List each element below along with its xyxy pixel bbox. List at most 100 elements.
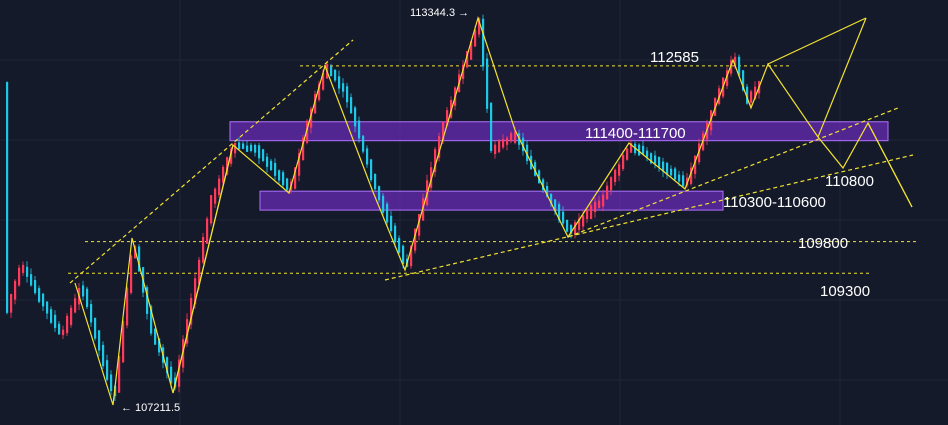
candle-body [202, 237, 205, 263]
candle-body [342, 83, 345, 92]
candle-body [494, 144, 497, 155]
candle-body [602, 194, 605, 207]
candle-body [102, 344, 105, 367]
candle-body [98, 330, 101, 351]
candle-body [350, 97, 353, 114]
candle-body [6, 82, 9, 313]
candle-body [610, 177, 613, 191]
candle-body [586, 209, 589, 220]
candle-body [506, 137, 509, 145]
annotation-layer [69, 15, 914, 406]
candle-body [618, 164, 621, 176]
candle-body [750, 91, 753, 103]
candle-body [354, 107, 357, 127]
candle-body [126, 287, 129, 326]
chart-grid [0, 0, 948, 425]
candle-body [266, 156, 269, 167]
candle-body [90, 304, 93, 323]
candle-body [270, 160, 273, 171]
candle-body [614, 169, 617, 183]
candle-body [154, 328, 157, 345]
candle-body [390, 215, 393, 232]
candle-body [26, 266, 29, 277]
level-label-109300: 109300 [820, 283, 870, 300]
candle-body [14, 280, 17, 300]
candle-body [590, 205, 593, 219]
candle-body [66, 315, 69, 334]
wave-path-upper [172, 144, 234, 394]
candle-body [130, 255, 133, 293]
extreme-low-label: ← 107211.5 [121, 402, 180, 414]
candle-body [490, 102, 493, 152]
candle-body [286, 178, 289, 190]
candle-body [50, 309, 53, 323]
candle-body [330, 66, 333, 77]
candle-body [626, 148, 629, 160]
candle-body [594, 201, 597, 213]
candle-body [42, 293, 45, 307]
candle-body [206, 218, 209, 244]
candle-body [646, 150, 649, 158]
candle-body [402, 245, 405, 264]
candle-body [510, 133, 513, 142]
candle-body [110, 374, 113, 392]
candle-body [38, 288, 41, 302]
wave-path-left [74, 15, 913, 406]
level-label-112585: 112585 [650, 49, 699, 66]
candle-body [58, 323, 61, 335]
level-label-109800: 109800 [798, 235, 848, 252]
candle-body [282, 172, 285, 186]
candle-body [62, 329, 65, 336]
projection-low [867, 122, 913, 208]
candle-body [562, 211, 565, 224]
candle-body [94, 317, 97, 339]
candle-body [378, 186, 381, 201]
candle-body [622, 155, 625, 169]
candle-body [346, 86, 349, 103]
zone-111400-111700 [229, 121, 889, 142]
projection-up [767, 17, 867, 65]
rising-trendline-1 [69, 39, 354, 284]
candle-body [22, 264, 25, 274]
candle-body [18, 267, 21, 286]
candle-body [246, 145, 249, 152]
zone-label-110300-110600: 110300-110600 [723, 194, 826, 211]
zone-label-111400-111700: 111400-111700 [585, 125, 686, 142]
candle-body [338, 76, 341, 89]
candle-body [334, 69, 337, 81]
candle-body [278, 170, 281, 181]
candle-body [386, 203, 389, 223]
candle-body [606, 185, 609, 200]
candle-body [682, 175, 685, 187]
candle-body [598, 200, 601, 208]
candle-body [82, 285, 85, 297]
candle-body [398, 238, 401, 253]
candle-body [34, 280, 37, 294]
candle-body [582, 215, 585, 227]
candle-body [666, 162, 669, 175]
candle-body [30, 274, 33, 286]
candle-body [358, 120, 361, 139]
candle-body [366, 148, 369, 165]
candle-body [678, 174, 681, 182]
candle-body [670, 168, 673, 176]
extreme-high-label: 113344.3 → [410, 7, 469, 19]
candle-body [250, 144, 253, 151]
candle-body [654, 155, 657, 164]
candle-body [498, 140, 501, 153]
price-chart: 112585 109800 109300 111400-111700 110300-11… [0, 0, 948, 425]
candle-body [482, 18, 485, 67]
candle-body [46, 301, 49, 314]
candle-body [502, 139, 505, 148]
candle-body [258, 145, 261, 159]
candle-body [106, 360, 109, 380]
candle-body [274, 162, 277, 176]
candle-body [262, 149, 265, 161]
candle-body [362, 135, 365, 152]
candle-body [218, 178, 221, 196]
zone-110300-110600 [259, 190, 724, 211]
candle-body [242, 143, 245, 149]
candle-body [566, 219, 569, 232]
candle-body [658, 156, 661, 168]
candle-body [214, 188, 217, 204]
